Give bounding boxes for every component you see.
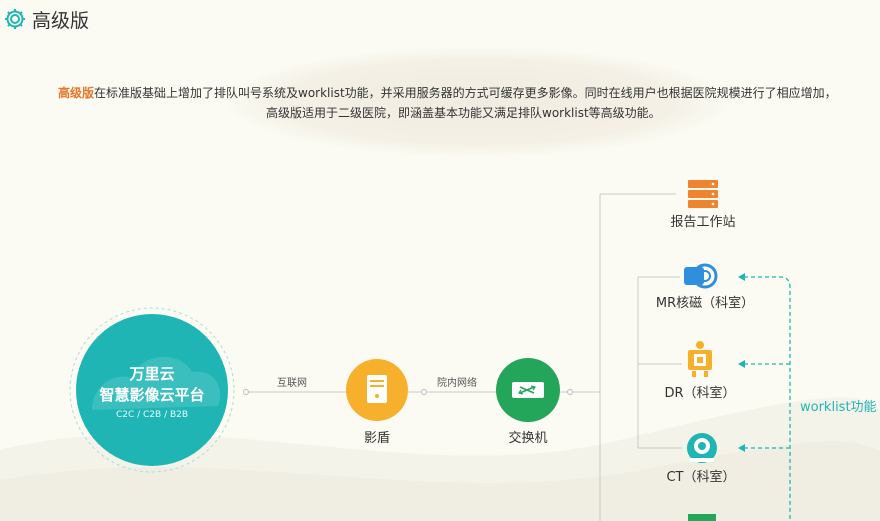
mr-label: MR核磁（科室） [656, 295, 754, 311]
server-icon [367, 375, 387, 403]
network-diagram: 互联网 院内网络 万里云 智慧影像云平台 C2C / C2B / B2B 影盾 … [69, 180, 877, 521]
report-node: 报告工作站 [670, 180, 736, 230]
server-rack-icon [688, 180, 718, 208]
connector-dot [243, 389, 249, 395]
device-icon-partial [688, 514, 716, 521]
connector-dot [421, 389, 427, 395]
worklist-label: worklist功能 [800, 400, 877, 415]
platform-subtitle: 智慧影像云平台 [99, 386, 204, 404]
ct-scanner-icon [687, 433, 717, 463]
connector-dot [567, 389, 573, 395]
connection-lines [246, 193, 682, 521]
ct-label: CT（科室） [666, 469, 735, 485]
platform-node: 万里云 智慧影像云平台 C2C / C2B / B2B [69, 307, 235, 473]
switch-label: 交换机 [508, 430, 547, 446]
ct-node: CT（科室） [666, 433, 736, 485]
shield-label: 影盾 [364, 431, 390, 446]
switch-icon [512, 382, 544, 398]
internet-label: 互联网 [277, 377, 307, 389]
worklist-arrows [744, 276, 791, 521]
shield-node: 影盾 [346, 359, 408, 446]
platform-modes: C2C / C2B / B2B [116, 410, 188, 420]
xray-machine-icon [688, 341, 712, 377]
mri-scanner-icon [684, 263, 718, 289]
dr-node: DR（科室） [664, 341, 736, 401]
hospital-network-label: 院内网络 [437, 376, 477, 389]
report-label: 报告工作站 [670, 215, 735, 230]
mr-node: MR核磁（科室） [656, 263, 754, 311]
platform-name: 万里云 [128, 365, 174, 383]
switch-node: 交换机 [496, 358, 560, 446]
dr-label: DR（科室） [664, 385, 735, 401]
